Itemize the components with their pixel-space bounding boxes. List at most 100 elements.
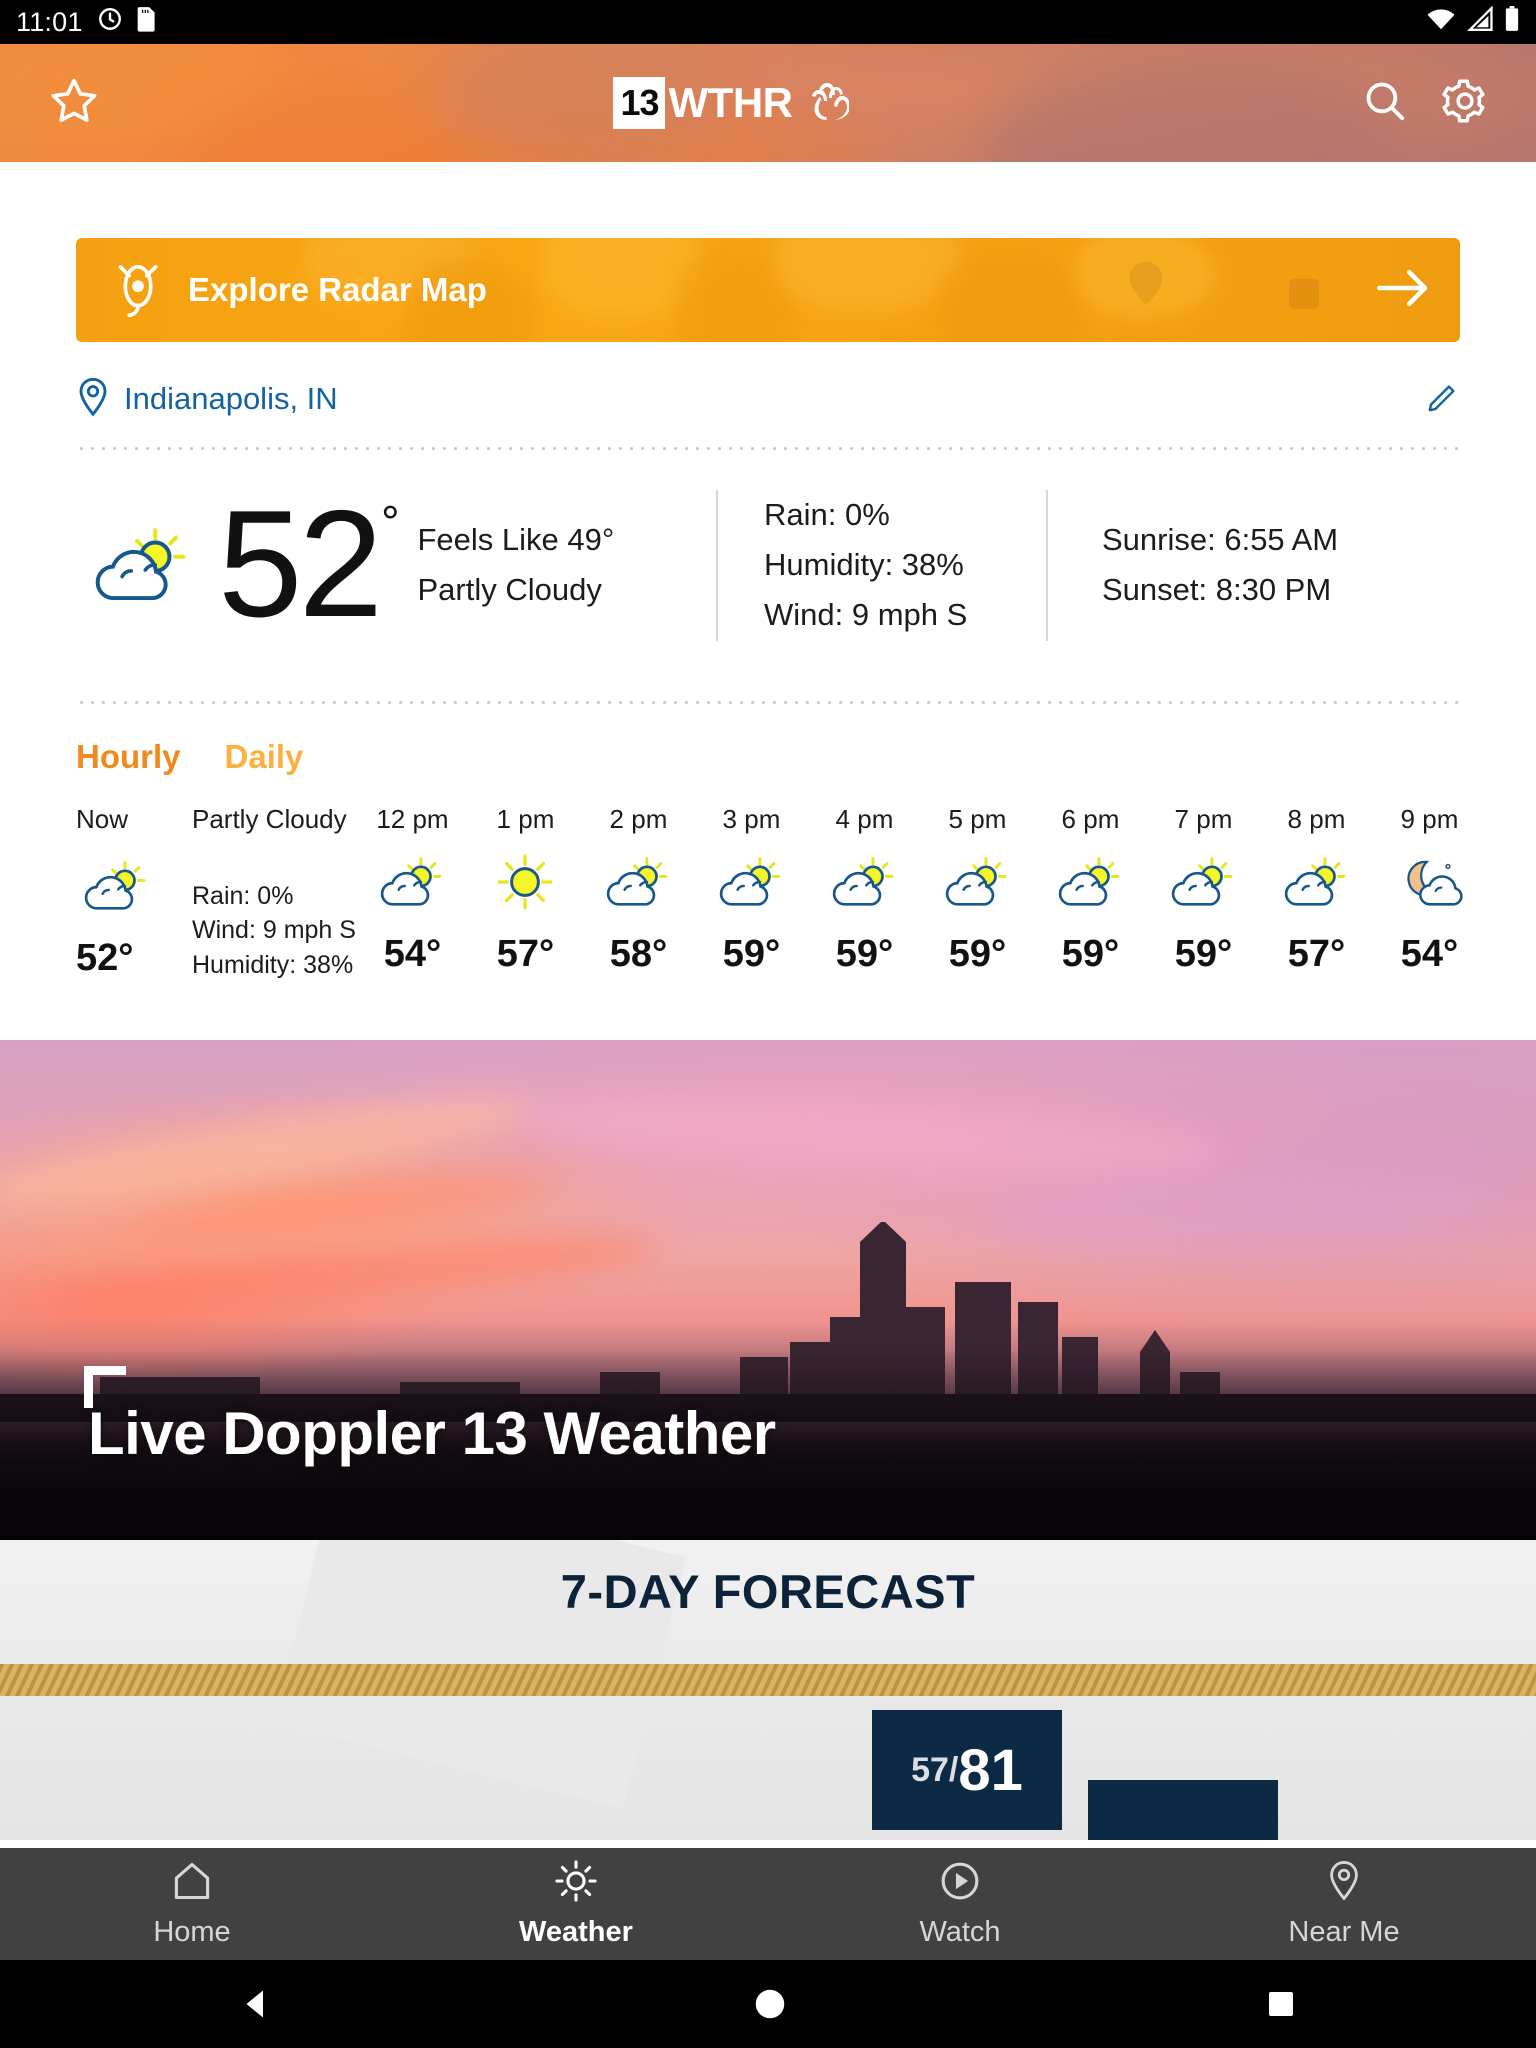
hourly-column[interactable]: 2 pm 58° bbox=[582, 804, 695, 976]
explore-radar-map-banner[interactable]: Explore Radar Map bbox=[76, 238, 1460, 342]
hourly-temperature: 59° bbox=[1061, 932, 1120, 975]
nbc-peacock-icon bbox=[805, 81, 850, 126]
hero-caption: Live Doppler 13 Weather bbox=[88, 1400, 776, 1468]
battery-icon bbox=[1504, 5, 1520, 39]
hourly-now-label: Now bbox=[76, 803, 129, 834]
hourly-temperature: 54° bbox=[1400, 932, 1459, 975]
partly-cloudy-day-icon bbox=[376, 853, 448, 911]
hourly-now-temp: 52° bbox=[76, 936, 134, 979]
logo-channel-number: 13 bbox=[613, 77, 665, 129]
app-screen: 11:01 13 WTHR Explore Radar Map Indianap… bbox=[0, 0, 1536, 2048]
wthr-logo[interactable]: 13 WTHR bbox=[613, 77, 850, 129]
status-bar-left: 11:01 bbox=[16, 6, 157, 39]
wind-stat: Wind: 9 mph S bbox=[764, 597, 968, 633]
degree-symbol: ° bbox=[381, 496, 400, 549]
partly-cloudy-night-icon bbox=[1393, 853, 1465, 911]
partly-cloudy-day-icon bbox=[88, 522, 196, 608]
hourly-column[interactable]: 8 pm 57° bbox=[1260, 804, 1373, 976]
nav-item-near-me[interactable]: Near Me bbox=[1152, 1859, 1536, 1949]
hourly-time: 2 pm bbox=[609, 803, 668, 834]
forecast-high: 81 bbox=[958, 1737, 1023, 1803]
forecast-day-card[interactable]: 57/81 bbox=[872, 1710, 1062, 1831]
partly-cloudy-day-icon bbox=[828, 853, 900, 911]
hourly-temperature: 59° bbox=[835, 932, 894, 975]
hourly-temperature: 58° bbox=[609, 932, 668, 975]
hourly-time: 8 pm bbox=[1287, 803, 1346, 834]
hourly-time: 5 pm bbox=[948, 803, 1007, 834]
location-selector[interactable]: Indianapolis, IN bbox=[76, 377, 338, 422]
nav-label-home: Home bbox=[153, 1916, 231, 1948]
settings-button[interactable] bbox=[1442, 78, 1488, 129]
hourly-forecast-strip[interactable]: Now 52° Partly Cloudy Rain: 0% Wind: 9 m… bbox=[0, 804, 1536, 983]
tab-hourly[interactable]: Hourly bbox=[76, 738, 181, 776]
hourly-column[interactable]: 3 pm 59° bbox=[695, 804, 808, 976]
hourly-column[interactable]: 6 pm 59° bbox=[1034, 804, 1147, 976]
hourly-temperature: 59° bbox=[948, 932, 1007, 975]
hourly-now-humidity: Humidity: 38% bbox=[192, 950, 354, 979]
hourly-temperature: 57° bbox=[496, 932, 555, 975]
current-main: 52° Feels Like 49° Partly Cloudy bbox=[76, 488, 716, 641]
partly-cloudy-day-icon bbox=[602, 853, 674, 911]
cell-signal-icon bbox=[1466, 4, 1494, 39]
hourly-now-details: Partly Cloudy Rain: 0% Wind: 9 mph S Hum… bbox=[192, 804, 356, 983]
hourly-column[interactable]: 4 pm 59° bbox=[808, 804, 921, 976]
hourly-time: 7 pm bbox=[1174, 803, 1233, 834]
rain-stat: Rain: 0% bbox=[764, 497, 890, 532]
hourly-now-block: Now 52° Partly Cloudy Rain: 0% Wind: 9 m… bbox=[76, 804, 356, 983]
tab-daily[interactable]: Daily bbox=[225, 738, 304, 776]
nav-item-home[interactable]: Home bbox=[0, 1859, 384, 1949]
humidity-stat: Humidity: 38% bbox=[764, 547, 964, 583]
forecast-tabs: Hourly Daily bbox=[76, 704, 1460, 776]
nav-item-watch[interactable]: Watch bbox=[768, 1859, 1152, 1949]
hourly-now-column: Now 52° bbox=[76, 804, 186, 983]
hourly-column[interactable]: 7 pm 59° bbox=[1147, 804, 1260, 976]
sun-icon bbox=[554, 1859, 598, 1908]
home-circle-icon[interactable] bbox=[752, 1986, 788, 2022]
hourly-column[interactable]: 5 pm 59° bbox=[921, 804, 1034, 976]
recents-square-icon[interactable] bbox=[1265, 1988, 1297, 2020]
nav-label-near-me: Near Me bbox=[1288, 1916, 1400, 1948]
hourly-column[interactable]: 9 pm 54° bbox=[1373, 804, 1486, 976]
search-button[interactable] bbox=[1362, 78, 1408, 129]
back-triangle-icon[interactable] bbox=[239, 1986, 275, 2022]
sunrise-text: Sunrise: 6:55 AM bbox=[1102, 522, 1339, 558]
arrow-right-icon[interactable] bbox=[1376, 267, 1432, 314]
android-system-nav bbox=[0, 1960, 1536, 2048]
clock-icon bbox=[97, 6, 123, 39]
feels-like-text: Feels Like 49° bbox=[417, 522, 615, 558]
pencil-edit-icon bbox=[1426, 384, 1460, 418]
status-bar-right bbox=[1426, 4, 1520, 39]
hourly-time: 4 pm bbox=[835, 803, 894, 834]
sd-card-icon bbox=[137, 6, 157, 39]
logo-callsign: WTHR bbox=[668, 79, 793, 126]
nav-label-watch: Watch bbox=[919, 1916, 1001, 1948]
play-circle-icon bbox=[938, 1859, 982, 1908]
edit-location-button[interactable] bbox=[1426, 380, 1460, 419]
hourly-columns: 12 pm 54° 1 pm 57° 2 pm 58° 3 pm 59° 4 p… bbox=[356, 804, 1486, 976]
hourly-temperature: 57° bbox=[1287, 932, 1346, 975]
search-icon bbox=[1362, 82, 1408, 128]
seven-day-forecast-section[interactable]: 7-DAY FORECAST 57/81 bbox=[0, 1540, 1536, 1841]
current-description-block: Feels Like 49° Partly Cloudy bbox=[417, 515, 614, 615]
hourly-column[interactable]: 1 pm 57° bbox=[469, 804, 582, 976]
hourly-time: 6 pm bbox=[1061, 803, 1120, 834]
nav-item-weather[interactable]: Weather bbox=[384, 1859, 768, 1949]
forecast-day-card-2[interactable] bbox=[1088, 1780, 1278, 1841]
home-icon bbox=[170, 1859, 214, 1908]
forecast-stripe-band bbox=[0, 1664, 1536, 1697]
hourly-temperature: 59° bbox=[1174, 932, 1233, 975]
hourly-now-rain: Rain: 0% bbox=[192, 881, 294, 910]
sun-times-column: Sunrise: 6:55 AM Sunset: 8:30 PM bbox=[1046, 490, 1460, 641]
gear-icon bbox=[1442, 79, 1488, 128]
seven-day-forecast-title: 7-DAY FORECAST bbox=[560, 1565, 976, 1619]
hourly-column[interactable]: 12 pm 54° bbox=[356, 804, 469, 976]
live-doppler-hero[interactable]: Live Doppler 13 Weather bbox=[0, 1040, 1536, 1541]
forecast-low: 57 bbox=[911, 1750, 949, 1789]
location-name: Indianapolis, IN bbox=[124, 381, 338, 416]
hourly-time: 3 pm bbox=[722, 803, 781, 834]
hourly-time: 1 pm bbox=[496, 803, 555, 834]
radar-banner-label: Explore Radar Map bbox=[188, 271, 487, 308]
favorite-button[interactable] bbox=[48, 75, 100, 132]
partly-cloudy-day-icon bbox=[1280, 853, 1352, 911]
app-header: 13 WTHR bbox=[0, 44, 1536, 162]
